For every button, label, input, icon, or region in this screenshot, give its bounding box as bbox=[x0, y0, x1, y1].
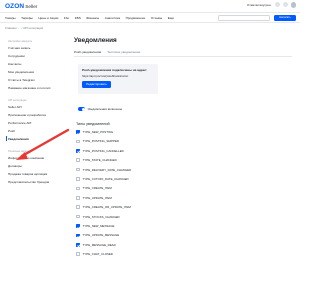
nav-item[interactable]: Fbo bbox=[64, 16, 69, 20]
notification-type-label: TYPE_STOCKS_CHANGED bbox=[82, 214, 120, 219]
notification-type-checkbox[interactable] bbox=[76, 139, 80, 144]
red-arrow-annotation-icon bbox=[16, 128, 70, 160]
webhook-card: Push-уведомления подключены на адрес: ht… bbox=[78, 64, 158, 94]
notification-type-checkbox[interactable] bbox=[76, 252, 80, 256]
sidebar-item-store-name[interactable]: Название магазина и логотип bbox=[8, 86, 50, 90]
sidebar-item-b2b-sales[interactable]: Продажа товаров юрлицам bbox=[8, 172, 47, 176]
nav-item[interactable]: Ещё bbox=[168, 16, 174, 20]
notification-type-row[interactable]: TYPE_STOCKS_CHANGED bbox=[76, 215, 120, 219]
notification-type-row[interactable]: TYPE_POSTING_SHIPPED bbox=[76, 139, 119, 143]
notification-type-row[interactable]: TYPE_DELIVERY_DATE_CHANGED bbox=[76, 168, 131, 172]
search-input[interactable] bbox=[218, 15, 270, 21]
notification-type-row[interactable]: TYPE_CUTOFF_DATE_CHANGED bbox=[76, 177, 129, 181]
sidebar-item-telegram[interactable]: Отчёты в Telegram bbox=[8, 78, 35, 82]
notification-type-checkbox[interactable] bbox=[76, 205, 80, 209]
notification-type-row[interactable]: TYPE_CREATE_ITEM bbox=[76, 186, 112, 190]
notification-type-label: TYPE_STATE_CHANGED bbox=[82, 158, 117, 163]
sidebar-group-api: API интеграции bbox=[8, 99, 27, 102]
sidebar-item-contacts[interactable]: Контакты bbox=[8, 62, 21, 66]
notification-type-label: TYPE_MESSAGE_READ bbox=[82, 242, 116, 247]
ozon-seller-logo[interactable]: OZONSeller bbox=[5, 3, 38, 10]
notifications-toggle-row: Уведомления включены bbox=[78, 107, 122, 111]
notification-type-checkbox[interactable] bbox=[76, 233, 80, 238]
notification-type-label: TYPE_POSTING_SHIPPED bbox=[82, 139, 120, 144]
notification-type-row[interactable]: TYPE_POSTING_CANCELLED bbox=[76, 149, 124, 153]
notification-type-checkbox[interactable] bbox=[76, 177, 80, 181]
notifications-toggle[interactable] bbox=[78, 107, 85, 111]
nav-item[interactable]: Отзывы bbox=[151, 16, 162, 20]
notification-type-label: TYPE_CREATE_ITEM bbox=[82, 186, 112, 191]
nav-item[interactable]: FBS bbox=[75, 16, 81, 20]
notification-type-checkbox[interactable] bbox=[76, 224, 80, 228]
notification-type-label: TYPE_NEW_POSTING bbox=[82, 130, 114, 134]
notification-type-checkbox[interactable] bbox=[76, 214, 80, 219]
help-icon[interactable] bbox=[282, 2, 288, 8]
webhook-card-title: Push-уведомления подключены на адрес: bbox=[82, 68, 148, 72]
notification-type-checkbox[interactable] bbox=[76, 167, 80, 172]
notification-type-row[interactable]: TYPE_STATE_CHANGED bbox=[76, 158, 117, 162]
nav-item[interactable]: Тарифы bbox=[21, 16, 33, 20]
toggle-label: Уведомления включены bbox=[87, 107, 123, 111]
sidebar-item-seller-api[interactable]: Seller API bbox=[8, 105, 22, 109]
nav-item[interactable]: Продвижение bbox=[126, 16, 146, 20]
notification-type-label: TYPE_CHAT_CLOSED bbox=[82, 252, 113, 257]
avatar[interactable] bbox=[290, 2, 296, 8]
logo-text: OZON bbox=[5, 3, 25, 10]
notification-type-row[interactable]: TYPE_UPDATE_MESSAGE bbox=[76, 233, 119, 237]
header-actions: Отметки внутрен. bbox=[247, 2, 296, 8]
notification-type-row[interactable]: TYPE_NEW_MESSAGE bbox=[76, 224, 114, 228]
notification-type-checkbox[interactable] bbox=[76, 196, 80, 200]
notification-type-checkbox[interactable] bbox=[76, 149, 80, 153]
feedback-button[interactable]: Написать bbox=[274, 15, 296, 21]
notification-type-checkbox[interactable] bbox=[76, 130, 80, 134]
sidebar-item-apps[interactable]: Приложения и разработка bbox=[8, 113, 46, 117]
edit-button[interactable]: Редактировать bbox=[82, 81, 111, 88]
sidebar-item-account[interactable]: Учётная запись bbox=[8, 46, 30, 50]
notification-type-checkbox[interactable] bbox=[76, 158, 80, 162]
notification-type-row[interactable]: TYPE_CHAT_CLOSED bbox=[76, 252, 113, 256]
notification-type-label: TYPE_POSTING_CANCELLED bbox=[82, 148, 124, 153]
notification-type-label: TYPE_CREATE_OR_UPDATE_ITEM bbox=[82, 205, 131, 210]
sidebar-item-my-notifications[interactable]: Мои уведомления bbox=[8, 70, 34, 74]
sidebar-group-account: Настройки аккаунта bbox=[8, 40, 32, 43]
top-bar: OZONSeller Отметки внутрен. bbox=[0, 0, 300, 13]
page-title: Уведомления bbox=[74, 37, 117, 44]
nav-item[interactable]: Цены и Акции bbox=[38, 16, 58, 20]
notification-types-heading: Типы уведомлений bbox=[76, 122, 110, 126]
notification-type-row[interactable]: TYPE_MESSAGE_READ bbox=[76, 243, 116, 247]
notification-type-label: TYPE_UPDATE_MESSAGE bbox=[82, 233, 120, 238]
notification-type-checkbox[interactable] bbox=[76, 186, 80, 191]
sidebar-item-performance-api[interactable]: Performance API bbox=[8, 121, 31, 125]
logo-suffix: Seller bbox=[25, 4, 38, 9]
nav-item[interactable]: Товары bbox=[5, 16, 16, 20]
notifications-bell-icon[interactable] bbox=[274, 2, 280, 8]
notification-type-checkbox[interactable] bbox=[76, 243, 80, 247]
notification-type-row[interactable]: TYPE_NEW_POSTING bbox=[76, 130, 113, 134]
nav-item[interactable]: Финансы bbox=[86, 16, 99, 20]
notification-type-row[interactable]: TYPE_CREATE_OR_UPDATE_ITEM bbox=[76, 205, 131, 209]
notification-type-label: TYPE_NEW_MESSAGE bbox=[82, 224, 115, 228]
sidebar-item-contracts[interactable]: Договоры bbox=[8, 164, 22, 168]
sidebar-item-employees[interactable]: Сотрудники bbox=[8, 54, 25, 58]
webhook-url: https://api.(хостинг)/webhooks/ozon bbox=[82, 74, 129, 78]
notification-type-label: TYPE_UPDATE_ITEM bbox=[82, 195, 112, 200]
notification-type-label: TYPE_DELIVERY_DATE_CHANGED bbox=[82, 167, 132, 172]
notification-type-label: TYPE_CUTOFF_DATE_CHANGED bbox=[82, 177, 129, 181]
sidebar-item-brands[interactable]: Представительство брендов bbox=[8, 180, 49, 184]
nav-item[interactable]: Аналитика bbox=[105, 16, 120, 20]
notification-type-row[interactable]: TYPE_UPDATE_ITEM bbox=[76, 196, 112, 200]
active-indicator bbox=[6, 136, 7, 141]
account-name[interactable]: Отметки внутрен. bbox=[247, 3, 272, 7]
